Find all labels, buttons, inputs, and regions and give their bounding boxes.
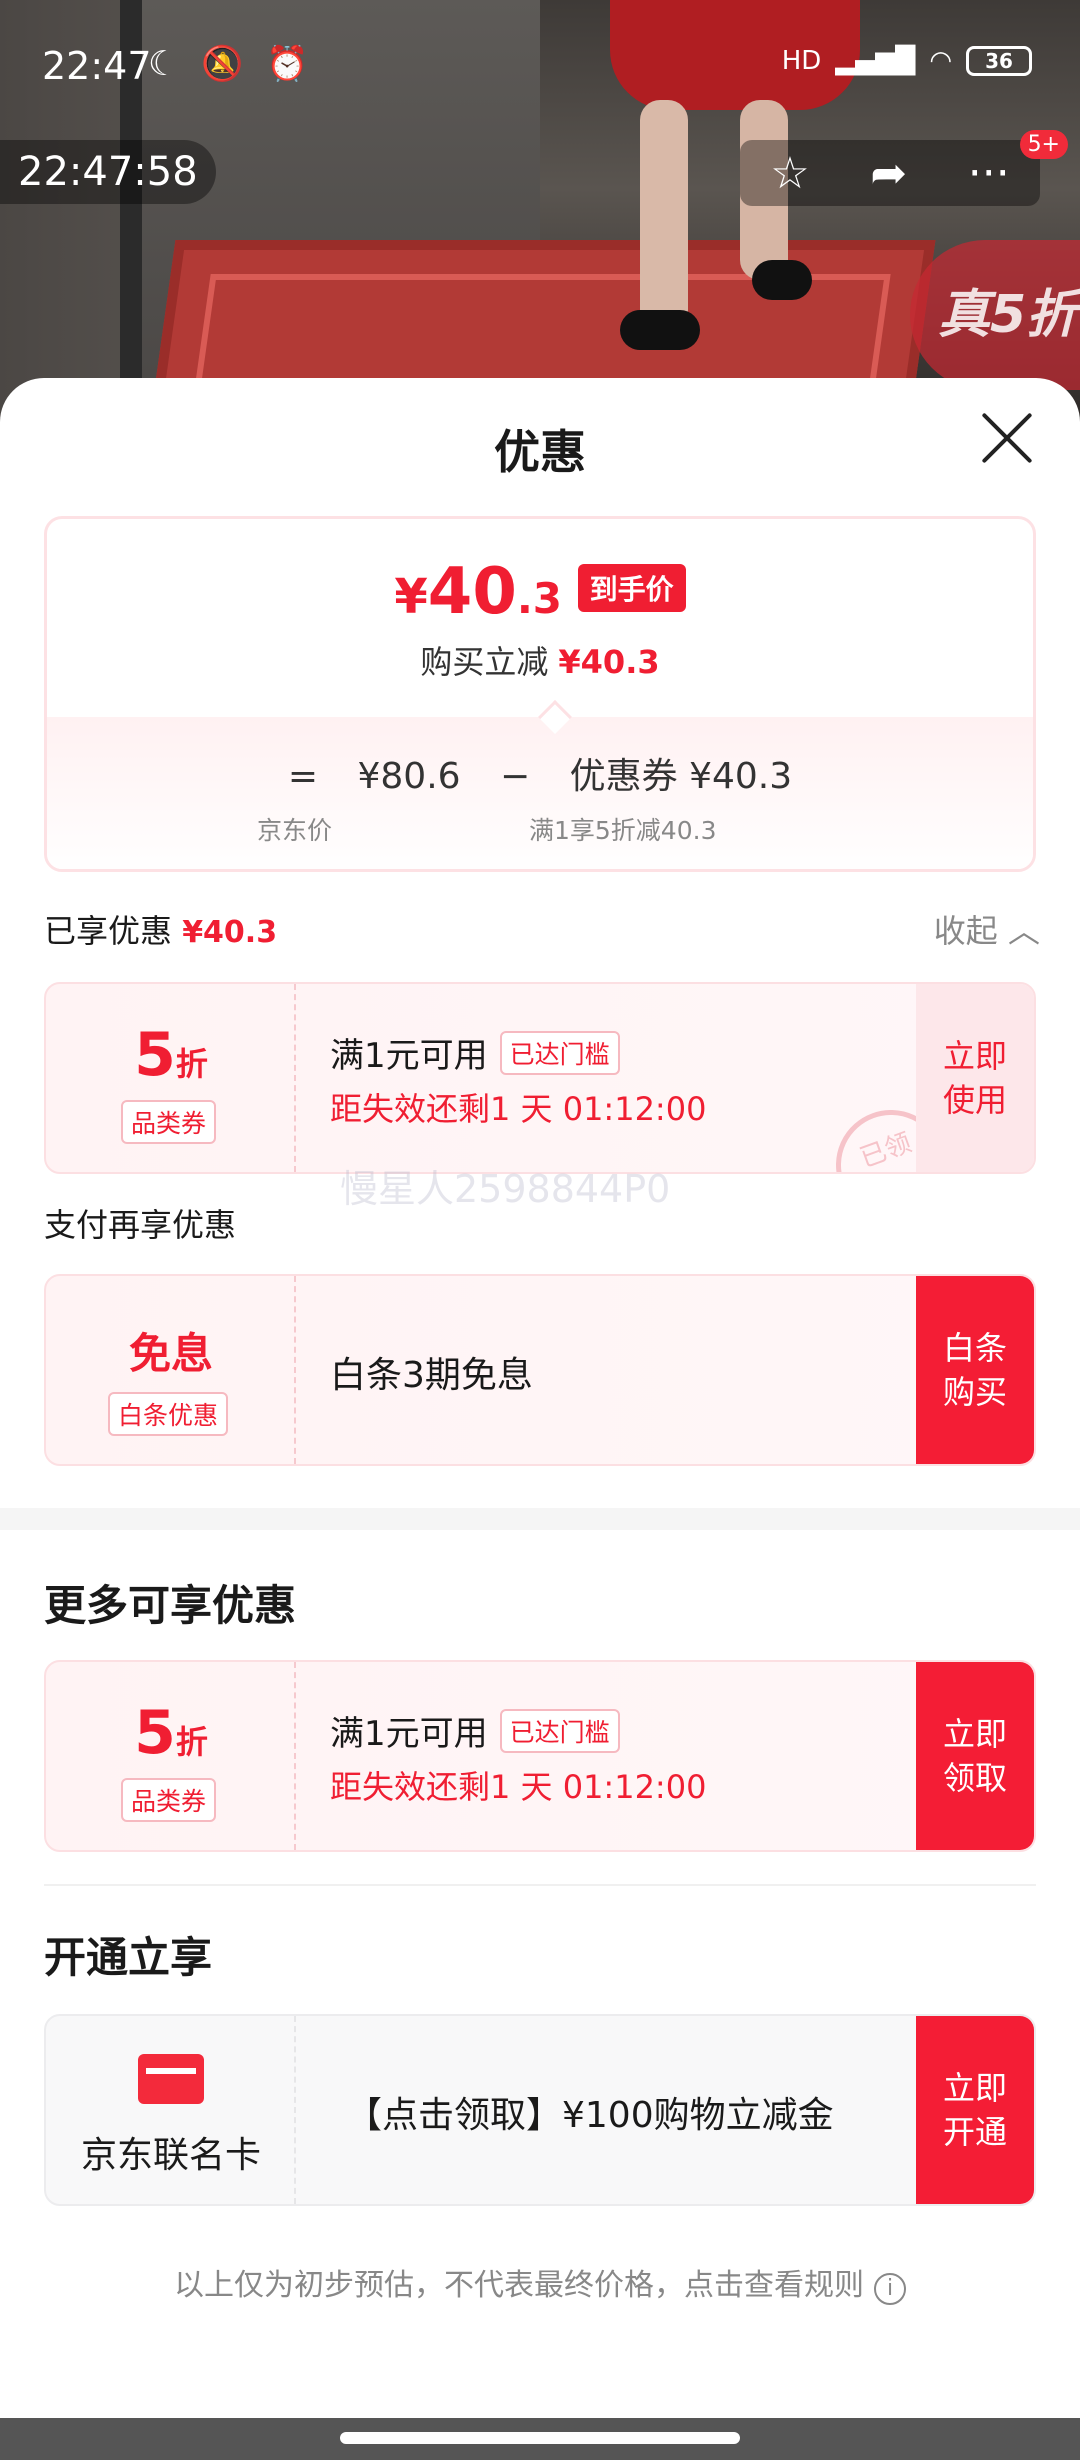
open-now-button[interactable]: 立即 开通	[916, 2016, 1034, 2204]
message-count-badge: 5+	[1019, 130, 1068, 159]
discount-sheet: 优惠 ¥40.3 到手价 购买立减 ¥40.3 = ¥80.6 − 优惠券 ¥40…	[0, 378, 1080, 2418]
section-divider	[0, 1508, 1080, 1530]
coupon-type: 品类券	[121, 1100, 217, 1144]
final-price-tag: 到手价	[577, 564, 686, 612]
battery-icon: 36	[966, 46, 1032, 76]
cobrand-offer-text: 【点击领取】¥100购物立减金	[346, 2095, 834, 2136]
info-icon: i	[874, 2273, 906, 2305]
more-icon[interactable]: ···	[968, 148, 1010, 199]
open-enjoy-title: 开通立享	[44, 1933, 213, 1982]
home-indicator[interactable]	[340, 2432, 740, 2444]
coupon-condition: 满1元可用 已达门槛	[330, 1028, 620, 1077]
jd-price: ¥80.6	[357, 756, 461, 797]
coupon-discount: 5折	[134, 1698, 208, 1768]
baitiao-buy-button[interactable]: 白条 购买	[916, 1276, 1034, 1464]
status-icons: ☾ 🔕 ⏰	[148, 44, 315, 84]
cobrand-card-offer: 京东联名卡 【点击领取】¥100购物立减金 立即 开通	[44, 2014, 1036, 2206]
price-formula: = ¥80.6 − 优惠券 ¥40.3	[47, 747, 1033, 799]
coupon-condition: 满1元可用 已达门槛	[330, 1706, 620, 1755]
coupon-card-used: 5折 品类券 满1元可用 已达门槛 距失效还剩1 天 01:12:00 已领 立即…	[44, 982, 1036, 1174]
coupon-card-claim: 5折 品类券 满1元可用 已达门槛 距失效还剩1 天 01:12:00 立即 领取	[44, 1660, 1036, 1852]
baitiao-label: 免息	[128, 1329, 213, 1378]
video-timer: 22:47:58	[0, 140, 216, 204]
enjoyed-discount: 已享优惠 ¥40.3	[44, 912, 278, 950]
collapse-button[interactable]: 收起 ︿	[934, 906, 1040, 952]
favorite-star-icon[interactable]: ☆	[770, 148, 809, 199]
coupon-caption: 满1享5折减40.3	[529, 816, 717, 845]
status-bar: 22:47 ☾ 🔕 ⏰ HD ▂▄▆█ ◠ 36	[0, 0, 1080, 140]
user-watermark: 慢星人2598844P0	[340, 1167, 671, 1211]
disclaimer[interactable]: 以上仅为初步预估，不代表最终价格，点击查看规则 i	[0, 2260, 1080, 2305]
share-icon[interactable]: ➦	[870, 148, 907, 199]
coupon-type: 品类券	[121, 1778, 217, 1822]
close-icon[interactable]	[976, 408, 1036, 468]
baitiao-type: 白条优惠	[108, 1392, 229, 1436]
coupon-expire: 距失效还剩1 天 01:12:00	[330, 1768, 707, 1806]
instant-discount-line: 购买立减 ¥40.3	[420, 643, 660, 681]
pay-more-heading: 支付再享优惠	[44, 1206, 237, 1244]
use-now-button[interactable]: 立即 使用	[916, 984, 1034, 1172]
divider-line	[44, 1884, 1036, 1886]
wifi-icon: ◠	[929, 46, 952, 76]
top-action-bar: ☆ ➦ ···	[740, 140, 1040, 206]
price-summary-box: ¥40.3 到手价 购买立减 ¥40.3 = ¥80.6 − 优惠券 ¥40.3 …	[44, 516, 1036, 872]
more-discounts-title: 更多可享优惠	[44, 1581, 297, 1630]
status-time: 22:47	[42, 44, 152, 88]
gesture-nav-bar	[0, 2418, 1080, 2460]
final-price: ¥40.3 到手价	[47, 555, 1033, 629]
coupon-discount: 5折	[134, 1020, 208, 1090]
claim-now-button[interactable]: 立即 领取	[916, 1662, 1034, 1850]
sheet-title: 优惠	[494, 425, 586, 479]
promo-half-price-tag: 真5折	[910, 240, 1080, 390]
network-label: HD	[781, 46, 822, 76]
jd-price-caption: 京东价	[257, 816, 333, 845]
chevron-up-icon: ︿	[1007, 912, 1040, 950]
cobrand-card-name: 京东联名卡	[80, 2135, 261, 2176]
coupon-expire: 距失效还剩1 天 01:12:00	[330, 1090, 707, 1128]
credit-card-icon	[138, 2054, 204, 2104]
baitiao-card: 免息 白条优惠 白条3期免息 白条 购买	[44, 1274, 1036, 1466]
coupon-deduction: 优惠券 ¥40.3	[569, 756, 793, 797]
signal-icon: ▂▄▆█	[835, 46, 916, 76]
baitiao-text: 白条3期免息	[330, 1355, 533, 1396]
